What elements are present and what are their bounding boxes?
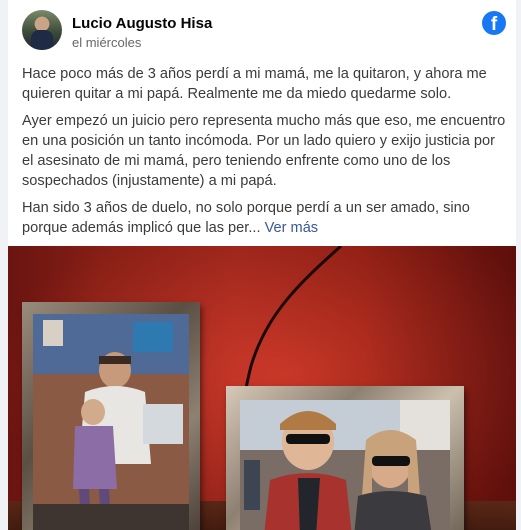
photo-frame-right: [226, 386, 464, 530]
post-header: Lucio Augusto Hisa el miércoles f: [22, 10, 506, 56]
post-paragraph-3: Han sido 3 años de duelo, no solo porque…: [22, 198, 506, 238]
framed-photo-scene: [33, 314, 189, 530]
post-timestamp[interactable]: el miércoles: [72, 35, 141, 50]
see-more-link[interactable]: Ver más: [265, 220, 319, 236]
post-photo[interactable]: [8, 246, 516, 530]
author-name[interactable]: Lucio Augusto Hisa: [72, 15, 212, 32]
post-paragraph-2: Ayer empezó un juicio pero representa mu…: [22, 113, 506, 189]
facebook-icon[interactable]: f: [482, 11, 506, 35]
avatar[interactable]: [22, 10, 62, 50]
framed-photo-mother-child: [240, 400, 450, 530]
post-paragraph-3-text: Han sido 3 años de duelo, no solo porque…: [22, 200, 470, 236]
post-paragraph-1: Hace poco más de 3 años perdí a mi mamá,…: [22, 66, 487, 102]
post-card: Lucio Augusto Hisa el miércoles f Hace p…: [8, 0, 516, 530]
post-text: Hace poco más de 3 años perdí a mi mamá,…: [22, 64, 506, 245]
framed-photo-father-child: [33, 314, 189, 530]
photo-frame-left: [22, 302, 200, 530]
framed-photo-scene-2: [240, 400, 450, 530]
